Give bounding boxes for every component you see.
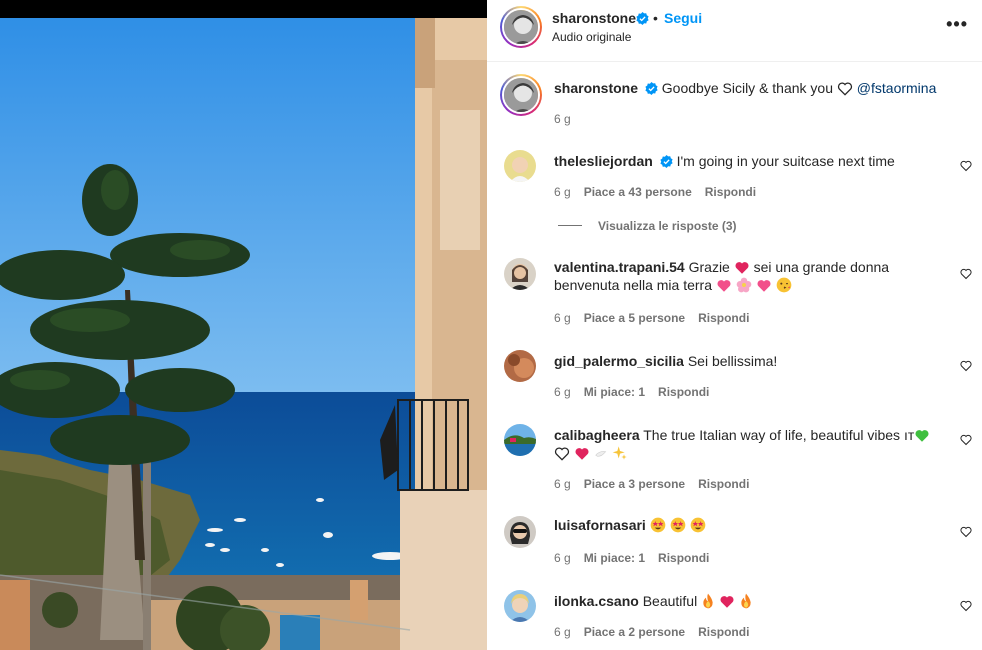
- comment-meta: 6 g Piace a 2 persone Rispondi: [554, 625, 762, 639]
- like-heart-icon[interactable]: [960, 160, 972, 172]
- reply-button[interactable]: Rispondi: [698, 625, 749, 639]
- comment-time: 6 g: [554, 185, 571, 199]
- like-heart-icon[interactable]: [960, 526, 972, 538]
- audio-link[interactable]: Audio originale: [552, 30, 631, 44]
- reply-button[interactable]: Rispondi: [658, 385, 709, 399]
- post-sidebar: sharonstone • Segui Audio originale ••• …: [487, 0, 982, 650]
- comment-text-continued: sei una grande donna: [753, 259, 890, 275]
- comment-body: gid_palermo_sicilia Sei bellissima!: [554, 352, 942, 370]
- more-options-icon[interactable]: •••: [946, 14, 968, 35]
- flower-emoji-icon: [736, 277, 752, 293]
- sparkles-emoji-icon: [612, 446, 627, 460]
- comment-body: calibagheera The true Italian way of lif…: [554, 426, 942, 462]
- comment-likes[interactable]: Piace a 3 persone: [584, 477, 685, 491]
- comment-text-tail: ıт: [903, 427, 915, 443]
- caption-username[interactable]: sharonstone: [554, 80, 638, 96]
- author-username[interactable]: sharonstone: [552, 10, 636, 26]
- comment-body: valentina.trapani.54 Grazie sei una gran…: [554, 258, 942, 294]
- comment-time: 6 g: [554, 551, 571, 565]
- follow-button[interactable]: Segui: [664, 10, 702, 26]
- red-heart-emoji-icon: [575, 448, 589, 460]
- comment-meta: 6 g Piace a 3 persone Rispondi: [554, 477, 762, 491]
- comment-time: 6 g: [554, 477, 571, 491]
- comment-username[interactable]: luisafornasari: [554, 517, 646, 533]
- caption-avatar[interactable]: [502, 76, 540, 114]
- sparkling-heart-emoji-icon: [717, 280, 731, 292]
- post-header: sharonstone • Segui Audio originale •••: [487, 0, 982, 62]
- caption-text: Goodbye Sicily & thank you: [661, 80, 834, 96]
- comment-likes[interactable]: Piace a 2 persone: [584, 625, 685, 639]
- verified-badge-icon: [660, 155, 673, 168]
- fire-emoji-icon: [741, 593, 751, 609]
- caption-avatar-ring[interactable]: [500, 74, 542, 116]
- verified-badge-icon: [633, 10, 649, 26]
- reply-button[interactable]: Rispondi: [698, 311, 749, 325]
- fire-emoji-icon: [703, 593, 713, 609]
- post-media[interactable]: [0, 0, 487, 650]
- red-heart-emoji-icon: [735, 262, 749, 274]
- comment-username[interactable]: gid_palermo_sicilia: [554, 353, 684, 369]
- verified-badge-icon: [645, 82, 658, 95]
- white-heart-emoji-icon: [554, 447, 570, 461]
- star-struck-emoji-icon: [690, 517, 705, 533]
- white-heart-emoji-icon: [837, 82, 853, 96]
- caption-body: sharonstone Goodbye Sicily & thank you @…: [554, 79, 942, 97]
- reply-button[interactable]: Rispondi: [698, 477, 749, 491]
- comment-body: luisafornasari: [554, 516, 942, 534]
- kissing-face-emoji-icon: [776, 277, 791, 293]
- view-replies-button[interactable]: Visualizza le risposte (3): [558, 219, 737, 233]
- caption-meta: 6 g: [554, 112, 584, 126]
- comment-body: thelesliejordan I'm going in your suitca…: [554, 152, 942, 170]
- view-replies-label: Visualizza le risposte (3): [598, 219, 737, 233]
- comment-username[interactable]: ilonka.csano: [554, 593, 639, 609]
- comment-username[interactable]: calibagheera: [554, 427, 640, 443]
- reply-button[interactable]: Rispondi: [658, 551, 709, 565]
- replies-line: [558, 225, 582, 226]
- commenter-avatar[interactable]: [504, 424, 536, 456]
- mention-link[interactable]: @fstaormina: [857, 80, 937, 96]
- reply-button[interactable]: Rispondi: [705, 185, 756, 199]
- comment-meta: 6 g Mi piace: 1 Rispondi: [554, 385, 722, 399]
- sparkling-heart-emoji-icon: [757, 280, 771, 292]
- comment-time: 6 g: [554, 311, 571, 325]
- commenter-avatar[interactable]: [504, 350, 536, 382]
- comment-text: Grazie: [688, 259, 730, 275]
- commenter-avatar[interactable]: [504, 590, 536, 622]
- red-heart-emoji-icon: [720, 596, 734, 608]
- comment-meta: 6 g Mi piace: 1 Rispondi: [554, 551, 722, 565]
- comment-meta: 6 g Piace a 5 persone Rispondi: [554, 311, 762, 325]
- like-heart-icon[interactable]: [960, 434, 972, 446]
- comment-text: Beautiful: [642, 593, 698, 609]
- sicily-view-image: [0, 0, 487, 650]
- commenter-avatar[interactable]: [504, 258, 536, 290]
- star-struck-emoji-icon: [670, 517, 685, 533]
- comment-text: I'm going in your suitcase next time: [676, 153, 895, 169]
- comment-likes[interactable]: Piace a 5 persone: [584, 311, 685, 325]
- star-struck-emoji-icon: [650, 517, 666, 533]
- comment-body: ilonka.csano Beautiful: [554, 592, 942, 610]
- dove-emoji-icon: [595, 451, 607, 457]
- caption-time: 6 g: [554, 112, 571, 126]
- comment-likes[interactable]: Piace a 43 persone: [584, 185, 692, 199]
- green-heart-emoji-icon: [915, 430, 929, 442]
- comment-time: 6 g: [554, 385, 571, 399]
- author-avatar[interactable]: [502, 8, 540, 46]
- commenter-avatar[interactable]: [504, 516, 536, 548]
- comment-username[interactable]: thelesliejordan: [554, 153, 653, 169]
- commenter-avatar[interactable]: [504, 150, 536, 182]
- like-heart-icon[interactable]: [960, 360, 972, 372]
- comment-meta: 6 g Piace a 43 persone Rispondi: [554, 185, 769, 199]
- author-avatar-ring[interactable]: [500, 6, 542, 48]
- comment-likes[interactable]: Mi piace: 1: [584, 551, 645, 565]
- comment-text: Sei bellissima!: [687, 353, 778, 369]
- comment-likes[interactable]: Mi piace: 1: [584, 385, 645, 399]
- comment-time: 6 g: [554, 625, 571, 639]
- comment-text: The true Italian way of life, beautiful …: [643, 427, 901, 443]
- comment-username[interactable]: valentina.trapani.54: [554, 259, 685, 275]
- separator-dot: •: [653, 10, 658, 26]
- like-heart-icon[interactable]: [960, 600, 972, 612]
- comment-text-line2: benvenuta nella mia terra: [554, 277, 712, 293]
- like-heart-icon[interactable]: [960, 268, 972, 280]
